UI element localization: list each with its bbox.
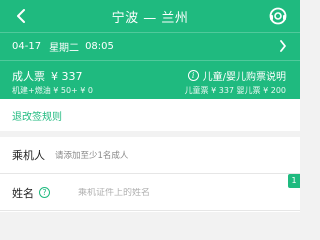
name-label: 姓名 xyxy=(12,186,34,200)
passenger-hint: 请添加至少1名成人 xyxy=(55,151,129,161)
info-icon: i xyxy=(187,70,199,81)
divider xyxy=(0,210,300,211)
passenger-row[interactable]: 乘机人 请添加至少1名成人 xyxy=(0,137,300,174)
passenger-label: 乘机人 xyxy=(12,149,45,162)
child-fare-info-link[interactable]: i 儿童/婴儿购票说明 xyxy=(187,68,286,83)
chevron-right-icon xyxy=(276,39,290,53)
adult-label: 成人票 xyxy=(12,70,45,83)
name-row: 姓名 ? xyxy=(0,174,300,211)
price-summary: 成人票 ¥ 337 机建+燃油 ¥ 50+ ¥ 0 i 儿童/婴儿购票说明 儿童票… xyxy=(0,60,300,99)
chevron-left-icon xyxy=(17,9,25,23)
booking-screen: 宁波 — 兰州 04-17 星期二 08:05 成人票 ¥ 337 机建+燃油 ¥… xyxy=(0,0,300,212)
nav-bar: 宁波 — 兰州 xyxy=(0,0,300,32)
change-refund-rules-link[interactable]: 退改签规则 xyxy=(0,99,300,131)
child-info-label: 儿童/婴儿购票说明 xyxy=(202,72,286,83)
adult-price: ¥ 337 xyxy=(51,70,83,83)
fees-text: 机建+燃油 ¥ 50+ ¥ 0 xyxy=(12,86,94,95)
passenger-form: 乘机人 请添加至少1名成人 姓名 ? 1 xyxy=(0,137,300,212)
page-title: 宁波 — 兰州 xyxy=(111,10,189,26)
help-icon[interactable]: ? xyxy=(39,187,50,198)
name-input[interactable] xyxy=(78,187,258,198)
flight-date-row[interactable]: 04-17 星期二 08:05 xyxy=(0,32,300,60)
adult-fare: 成人票 ¥ 337 xyxy=(12,68,83,84)
corner-tab[interactable]: 1 xyxy=(288,174,300,188)
flight-weekday: 星期二 xyxy=(49,43,80,54)
child-prices-text: 儿童票 ¥ 337 婴儿票 ¥ 200 xyxy=(184,86,286,95)
flight-date: 04-17 xyxy=(12,41,42,52)
flight-time: 08:05 xyxy=(85,41,114,52)
back-button[interactable] xyxy=(12,6,32,26)
customer-service-icon xyxy=(269,7,287,25)
customer-service-button[interactable] xyxy=(268,6,288,26)
